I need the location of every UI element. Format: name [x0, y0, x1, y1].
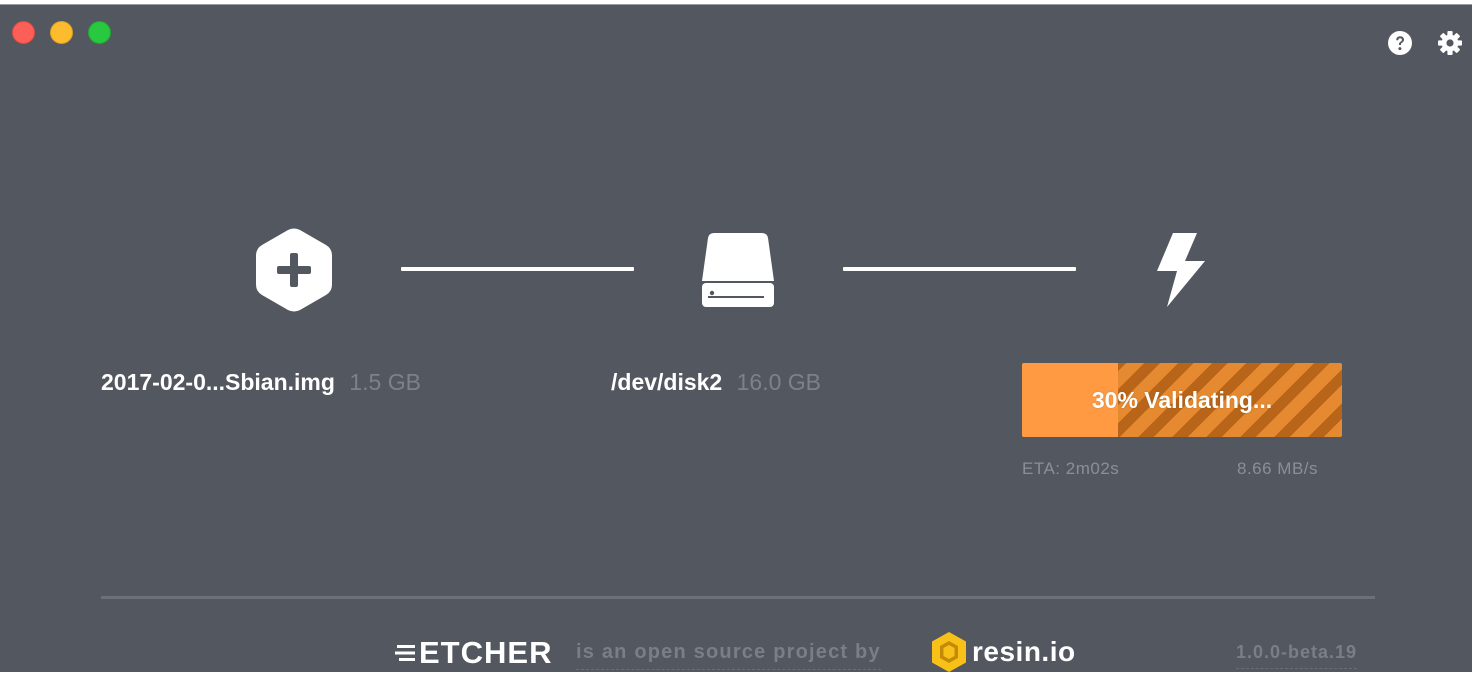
image-size: 1.5 GB	[349, 369, 421, 395]
drive-name[interactable]: /dev/disk2	[611, 369, 722, 395]
flash-progress-button[interactable]: 30% Validating...	[1022, 363, 1342, 437]
footer-divider	[101, 596, 1375, 599]
eta-text: ETA: 2m02s	[1022, 459, 1120, 478]
etcher-brand: ETCHER	[419, 635, 553, 670]
help-icon[interactable]	[1387, 30, 1413, 56]
connector-line-1	[401, 267, 634, 271]
version-link[interactable]: 1.0.0-beta.19	[1236, 642, 1358, 669]
window-maximize-button[interactable]	[88, 21, 111, 44]
image-label: 2017-02-0...Sbian.img 1.5 GB	[101, 367, 421, 397]
etcher-logo[interactable]: ETCHER	[395, 633, 552, 673]
footer-tagline-text: is an open source project by	[576, 641, 881, 670]
window-close-button[interactable]	[12, 21, 35, 44]
footer-tagline: is an open source project by	[576, 641, 881, 670]
speed-text: 8.66 MB/s	[1237, 459, 1319, 478]
connector-line-2	[843, 267, 1076, 271]
etcher-speed-lines-icon	[395, 645, 415, 661]
resin-cube-icon	[932, 632, 966, 672]
gear-icon[interactable]	[1437, 30, 1463, 56]
window-minimize-button[interactable]	[50, 21, 73, 44]
hard-drive-icon[interactable]	[700, 231, 776, 314]
resin-brand: resin.io	[972, 636, 1076, 667]
drive-size: 16.0 GB	[736, 369, 822, 395]
resin-logo[interactable]: resin.io	[930, 630, 1076, 674]
etcher-window: 2017-02-0...Sbian.img 1.5 GB /dev/disk2 …	[0, 4, 1472, 672]
progress-label: 30% Validating...	[1091, 387, 1273, 413]
lightning-bolt-icon	[1153, 231, 1209, 314]
image-name[interactable]: 2017-02-0...Sbian.img	[101, 369, 335, 395]
hexagon-plus-icon[interactable]	[254, 227, 334, 318]
drive-label: /dev/disk2 16.0 GB	[611, 367, 821, 397]
